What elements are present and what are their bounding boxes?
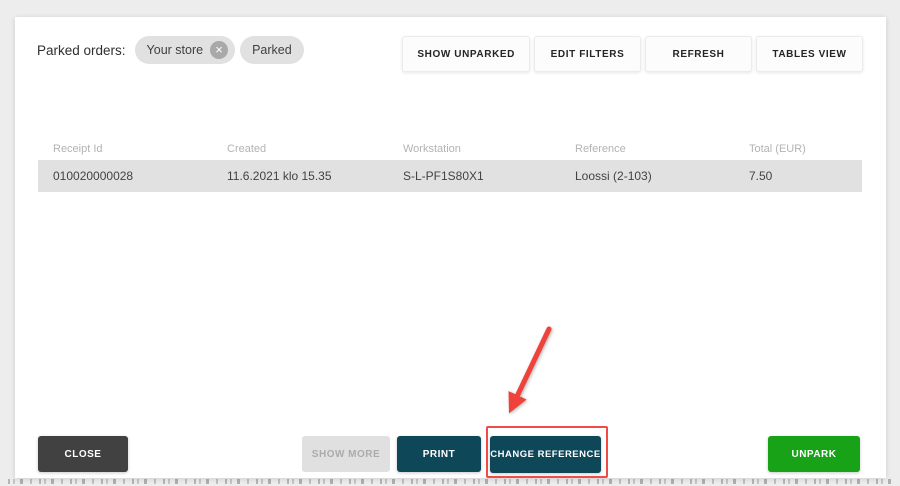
- change-reference-button[interactable]: CHANGE REFERENCE: [490, 436, 601, 473]
- cell-reference: Loossi (2-103): [575, 169, 652, 183]
- filter-chip-parked[interactable]: Parked: [240, 36, 304, 64]
- table-header: Receipt Id Created Workstation Reference…: [38, 137, 862, 161]
- chip-remove-icon[interactable]: ×: [210, 41, 229, 59]
- page-title: Parked orders:: [37, 43, 126, 58]
- show-more-button: SHOW MORE: [302, 436, 390, 472]
- column-header-workstation: Workstation: [403, 143, 461, 155]
- refresh-button[interactable]: REFRESH: [645, 36, 752, 72]
- unpark-button[interactable]: UNPARK: [768, 436, 860, 472]
- column-header-total: Total (EUR): [749, 143, 806, 155]
- cell-workstation: S-L-PF1S80X1: [403, 169, 484, 183]
- dialog-toolbar: SHOW UNPARKED EDIT FILTERS REFRESH TABLE…: [402, 36, 863, 72]
- dialog-header: Parked orders: Your store × Parked SHOW …: [37, 36, 863, 72]
- column-header-created: Created: [227, 143, 267, 155]
- cell-receipt-id: 010020000028: [53, 169, 134, 183]
- column-header-receipt-id: Receipt Id: [53, 143, 103, 155]
- filter-chip-label: Parked: [252, 43, 292, 57]
- show-unparked-button[interactable]: SHOW UNPARKED: [402, 36, 530, 72]
- close-button[interactable]: CLOSE: [38, 436, 128, 472]
- cell-created: 11.6.2021 klo 15.35: [227, 169, 332, 183]
- filter-chip-your-store[interactable]: Your store ×: [134, 36, 236, 64]
- background-page-remnant: [8, 479, 892, 484]
- filter-chips: Your store × Parked: [134, 36, 304, 64]
- column-header-reference: Reference: [575, 143, 626, 155]
- print-button[interactable]: PRINT: [397, 436, 481, 472]
- parked-orders-dialog: Parked orders: Your store × Parked SHOW …: [15, 17, 886, 478]
- tables-view-button[interactable]: TABLES VIEW: [756, 36, 863, 72]
- edit-filters-button[interactable]: EDIT FILTERS: [534, 36, 641, 72]
- table-row[interactable]: 010020000028 11.6.2021 klo 15.35 S-L-PF1…: [38, 160, 862, 192]
- cell-total: 7.50: [749, 169, 773, 183]
- filter-chip-label: Your store: [146, 43, 204, 57]
